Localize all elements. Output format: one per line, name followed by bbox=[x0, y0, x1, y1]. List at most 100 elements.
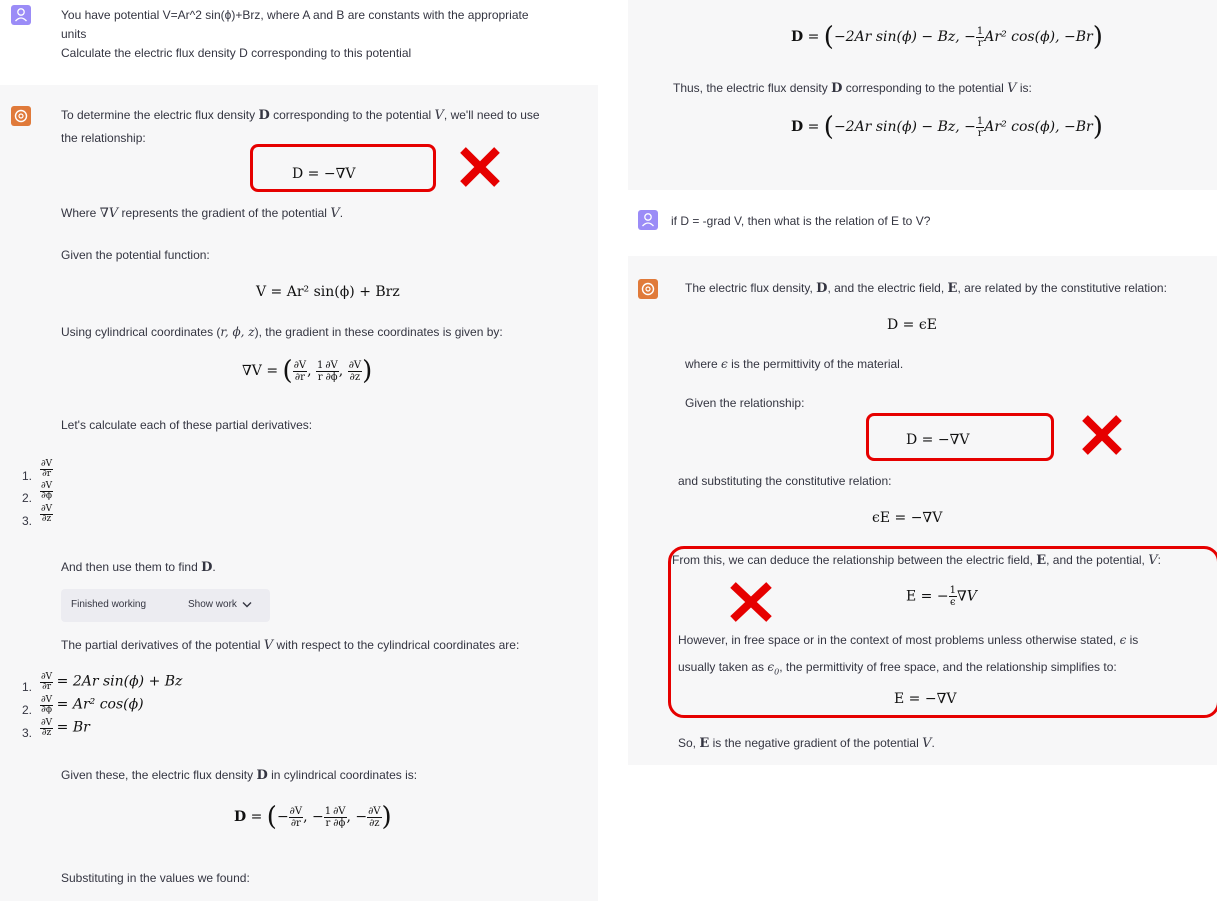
eq-final-b: Ar² cos(ϕ), −Br bbox=[984, 119, 1093, 135]
intro-text-a: To determine the electric flux density bbox=[61, 108, 256, 122]
eq-e-a: E = − bbox=[906, 588, 949, 605]
eq-final-a: −2Ar sin(ϕ) − Bz, − bbox=[833, 119, 976, 135]
answer-intro-line-2: the relationship: bbox=[61, 131, 146, 145]
assistant-avatar bbox=[11, 106, 31, 126]
a-line1-c: , are related by the constitutive relati… bbox=[957, 281, 1167, 295]
user-message: You have potential V=Ar^2 sin(ϕ)+Brz, wh… bbox=[0, 0, 598, 85]
user-followup-question: if D = -grad V, then what is the relatio… bbox=[671, 214, 931, 228]
however-text: However, in free space or in the context… bbox=[678, 633, 1139, 647]
user-avatar bbox=[11, 5, 31, 25]
result-item-2: ∂V ∂ϕ = Ar² cos(ϕ) bbox=[40, 695, 144, 715]
given-rel-text: Given the relationship: bbox=[685, 396, 805, 410]
intro-text-b: corresponding to the potential bbox=[273, 108, 432, 122]
deduce-a: From this, we can deduce the relationshi… bbox=[672, 553, 1033, 567]
assistant-avatar-2 bbox=[638, 279, 658, 299]
res3: = Br bbox=[56, 719, 90, 736]
res2: = Ar² cos(ϕ) bbox=[56, 696, 144, 713]
so-a: So, bbox=[678, 736, 697, 750]
list-item-dvdz: ∂V ∂z bbox=[40, 504, 54, 524]
result-item-3: ∂V ∂z = Br bbox=[40, 718, 90, 738]
partials-b: with respect to the cylindrical coordina… bbox=[276, 638, 520, 652]
user-followup-message: if D = -grad V, then what is the relatio… bbox=[628, 190, 1217, 256]
openai-logo-icon bbox=[14, 109, 28, 123]
result-num-1: 1. bbox=[22, 680, 33, 694]
deduce-text: From this, we can deduce the relationshi… bbox=[672, 553, 1161, 568]
equation-d-grad-v: D = −∇V bbox=[292, 166, 356, 182]
substituting-relation-text: and substituting the constitutive relati… bbox=[678, 474, 892, 488]
given-potential-text: Given the potential function: bbox=[61, 248, 210, 262]
equation-d-grad-v-2: D = −∇V bbox=[906, 432, 970, 448]
partials-a: The partial derivatives of the potential bbox=[61, 638, 261, 652]
deduce-b: , and the potential, bbox=[1046, 553, 1145, 567]
equation-d-eps-e: D = ϵE bbox=[887, 317, 937, 333]
list-num-2: 2. bbox=[22, 491, 33, 505]
then-use: And then use them to find bbox=[61, 560, 198, 574]
where-eps-b: is the permittivity of the material. bbox=[731, 357, 904, 371]
left-chat-panel: You have potential V=Ar^2 sin(ϕ)+Brz, wh… bbox=[0, 0, 598, 901]
eq-top-b: Ar² cos(ϕ), −Br bbox=[984, 29, 1093, 45]
eq-e-b: ∇V bbox=[956, 588, 977, 605]
list-item-dvdphi: ∂V ∂ϕ bbox=[40, 481, 54, 501]
list-item-dvdr: ∂V ∂r bbox=[40, 459, 54, 479]
thus-c: is: bbox=[1019, 81, 1032, 95]
user-icon bbox=[15, 8, 27, 22]
given-these-text: Given these, the electric flux density D… bbox=[61, 768, 418, 783]
constitutive-intro: The electric flux density, D, and the el… bbox=[685, 281, 1167, 296]
red-x-mark bbox=[460, 147, 500, 187]
user-prompt-line-3: Calculate the electric flux density D co… bbox=[61, 46, 412, 60]
equation-e-grad-v: E = −∇V bbox=[894, 691, 957, 707]
openai-logo-icon bbox=[641, 282, 655, 296]
show-work-panel[interactable]: Finished working Show work bbox=[61, 589, 270, 622]
then-use-text: And then use them to find D. bbox=[61, 560, 216, 575]
list-num-3: 3. bbox=[22, 514, 33, 528]
result-num-2: 2. bbox=[22, 703, 33, 717]
cyl-b: ), the gradient in these coordinates is … bbox=[254, 325, 503, 339]
show-work-label: Show work bbox=[188, 599, 237, 610]
work-status: Finished working bbox=[71, 599, 147, 610]
a-line1-b: , and the electric field, bbox=[827, 281, 945, 295]
partials-intro-text: The partial derivatives of the potential… bbox=[61, 638, 520, 653]
however-a: However, in free space or in the context… bbox=[678, 633, 1117, 647]
usually-a: usually taken as bbox=[678, 660, 765, 674]
user-prompt-line-2: units bbox=[61, 27, 87, 41]
where-gradient-text: Where ∇V represents the gradient of the … bbox=[61, 206, 344, 221]
so-b: is the negative gradient of the potentia… bbox=[712, 736, 919, 750]
cylindrical-text: Using cylindrical coordinates (r, ϕ, z),… bbox=[61, 325, 503, 339]
given-these-a: Given these, the electric flux density bbox=[61, 768, 254, 782]
result-item-1: ∂V ∂r = 2Ar sin(ϕ) + Bz bbox=[40, 672, 183, 692]
cyl-vars: r, ϕ, z bbox=[220, 325, 255, 339]
equation-d-result-final: D = (−2Ar sin(ϕ) − Bz, −1 r Ar² cos(ϕ), −B… bbox=[791, 112, 1103, 142]
result-num-3: 3. bbox=[22, 726, 33, 740]
chevron-down-icon bbox=[242, 602, 252, 608]
thus-b: corresponding to the potential bbox=[845, 81, 1004, 95]
user-icon bbox=[642, 213, 654, 227]
eq3-lhs: ∇V = bbox=[242, 363, 279, 379]
lets-calc-text: Let's calculate each of these partial de… bbox=[61, 418, 313, 432]
user-avatar-2 bbox=[638, 210, 658, 230]
given-these-b: in cylindrical coordinates is: bbox=[271, 768, 418, 782]
list-num-1: 1. bbox=[22, 469, 33, 483]
equation-eps-e: ϵE = −∇V bbox=[872, 510, 943, 526]
cyl-a: Using cylindrical coordinates ( bbox=[61, 325, 221, 339]
intro-text-c: , we'll need to use bbox=[443, 108, 540, 122]
equation-e-over-eps: E = −1 ϵ ∇V bbox=[906, 585, 977, 608]
eq-top-a: −2Ar sin(ϕ) − Bz, − bbox=[833, 29, 976, 45]
where-eps-text: where ϵ is the permittivity of the mater… bbox=[685, 357, 904, 371]
substituting-text: Substituting in the values we found: bbox=[61, 871, 250, 885]
however-b: is bbox=[1129, 633, 1139, 647]
equation-potential: V = Ar² sin(ϕ) + Brz bbox=[256, 284, 400, 300]
where-a: Where bbox=[61, 206, 97, 220]
equation-d-components: D = (− ∂V ∂r, −1 r ∂V ∂ϕ, − ∂V ∂z) bbox=[234, 802, 392, 832]
right-chat-panel: if D = -grad V, then what is the relatio… bbox=[628, 0, 1217, 765]
thus-text: Thus, the electric flux density D corres… bbox=[673, 81, 1032, 96]
where-b: represents the gradient of the potential bbox=[121, 206, 327, 220]
res1: = 2Ar sin(ϕ) + Bz bbox=[56, 673, 183, 690]
where-eps-a: where bbox=[685, 357, 718, 371]
thus-a: Thus, the electric flux density bbox=[673, 81, 828, 95]
user-prompt-line-1: You have potential V=Ar^2 sin(ϕ)+Brz, wh… bbox=[61, 8, 529, 22]
usually-b: , the permittivity of free space, and th… bbox=[779, 660, 1117, 674]
a-line1-a: The electric flux density, bbox=[685, 281, 813, 295]
red-x-mark bbox=[730, 582, 772, 622]
usually-text: usually taken as ϵ0, the permittivity of… bbox=[678, 660, 1117, 677]
equation-gradient-def: ∇V = (∂V ∂r, 1 r ∂V ∂ϕ, ∂V ∂z) bbox=[242, 356, 373, 386]
